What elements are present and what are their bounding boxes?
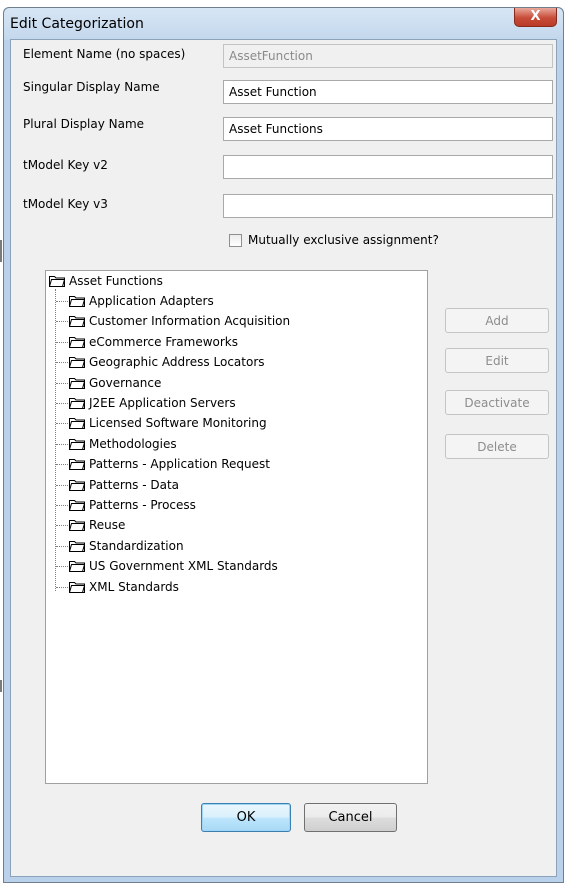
folder-icon — [69, 459, 85, 471]
deactivate-button-label: Deactivate — [464, 395, 530, 410]
tree-node[interactable]: Governance — [69, 373, 161, 393]
folder-icon — [69, 336, 85, 348]
add-button-label: Add — [485, 313, 509, 328]
singular-display-name-label: Singular Display Name — [23, 80, 160, 94]
tree-node[interactable]: J2EE Application Servers — [69, 393, 236, 413]
dialog-client-area: Element Name (no spaces) Singular Displa… — [10, 39, 557, 877]
tree-node-label: Standardization — [89, 538, 184, 553]
element-name-field — [223, 44, 553, 68]
tree-node-label: Patterns - Data — [89, 477, 180, 492]
deactivate-button[interactable]: Deactivate — [445, 390, 549, 415]
tree-node-label: Governance — [89, 375, 162, 390]
background-edge-mark — [0, 240, 2, 262]
tree-root-node[interactable]: Asset Functions — [49, 271, 163, 291]
tree-node[interactable]: Reuse — [69, 515, 125, 535]
dialog-title: Edit Categorization — [10, 16, 144, 32]
tree-node[interactable]: US Government XML Standards — [69, 556, 278, 576]
tree-node-label: Licensed Software Monitoring — [89, 416, 267, 431]
folder-icon — [69, 479, 85, 491]
folder-icon — [69, 500, 85, 511]
folder-icon — [69, 418, 85, 430]
add-button[interactable]: Add — [445, 308, 549, 333]
ok-button[interactable]: OK — [201, 803, 291, 832]
tree-node-label: XML Standards — [89, 579, 179, 594]
tree-node[interactable]: Customer Information Acquisition — [69, 311, 290, 331]
folder-icon — [69, 438, 85, 450]
tree-node-label: Application Adapters — [89, 294, 214, 308]
tmodel-key-v3-label: tModel Key v3 — [23, 197, 108, 211]
tree-node-label: US Government XML Standards — [89, 559, 278, 574]
tree-node-label: Patterns - Application Request — [89, 457, 270, 472]
tree-node[interactable]: eCommerce Frameworks — [69, 332, 238, 352]
cancel-button-label: Cancel — [328, 810, 373, 825]
folder-icon — [69, 561, 85, 573]
ok-button-label: OK — [236, 810, 256, 825]
tree-node-label: Asset Functions — [69, 274, 163, 288]
checkbox-icon[interactable] — [229, 233, 242, 247]
plural-display-name-label: Plural Display Name — [23, 117, 145, 131]
dialog-window: Edit Categorization X Element Name (no s… — [3, 7, 564, 883]
title-bar[interactable]: Edit Categorization X — [4, 8, 563, 40]
tree-node-label: eCommerce Frameworks — [89, 334, 239, 349]
cancel-button[interactable]: Cancel — [304, 803, 397, 832]
tree-node[interactable]: Standardization — [69, 536, 184, 556]
tree-node[interactable]: Patterns - Data — [69, 475, 179, 495]
folder-icon — [69, 357, 85, 369]
mutually-exclusive-row[interactable]: Mutually exclusive assignment? — [229, 233, 439, 247]
folder-icon — [69, 316, 85, 328]
tree-node-label: Customer Information Acquisition — [89, 314, 291, 329]
tmodel-key-v2-label: tModel Key v2 — [23, 158, 108, 172]
delete-button-label: Delete — [477, 439, 517, 454]
background-edge-mark — [0, 680, 2, 692]
folder-icon — [69, 296, 85, 307]
category-tree[interactable]: Asset Functions Application Adapters Cust… — [45, 270, 428, 784]
tree-node[interactable]: Patterns - Process — [69, 495, 196, 515]
folder-icon — [69, 520, 85, 532]
folder-icon — [69, 377, 85, 389]
close-button[interactable]: X — [514, 8, 557, 27]
tree-node[interactable]: Licensed Software Monitoring — [69, 413, 267, 433]
close-icon: X — [530, 9, 541, 24]
tmodel-key-v2-field[interactable] — [223, 155, 553, 179]
tmodel-key-v3-field[interactable] — [223, 194, 553, 218]
folder-icon — [69, 581, 85, 593]
element-name-label: Element Name (no spaces) — [23, 47, 186, 61]
singular-display-name-field[interactable] — [223, 80, 553, 104]
tree-node-label: Geographic Address Locators — [89, 355, 265, 370]
folder-icon — [69, 398, 85, 409]
tree-node-label: Reuse — [89, 518, 126, 533]
edit-button[interactable]: Edit — [445, 348, 549, 373]
tree-node[interactable]: Application Adapters — [69, 291, 214, 311]
delete-button[interactable]: Delete — [445, 434, 549, 459]
tree-node-label: Patterns - Process — [89, 498, 196, 512]
plural-display-name-field[interactable] — [223, 117, 553, 141]
edit-button-label: Edit — [485, 353, 509, 368]
tree-node-label: J2EE Application Servers — [89, 396, 236, 410]
folder-icon — [49, 276, 65, 287]
mutually-exclusive-label[interactable]: Mutually exclusive assignment? — [248, 233, 439, 247]
tree-node[interactable]: Geographic Address Locators — [69, 352, 265, 372]
folder-icon — [69, 540, 85, 552]
tree-node-label: Methodologies — [89, 436, 177, 451]
tree-node[interactable]: Patterns - Application Request — [69, 454, 270, 474]
tree-node[interactable]: XML Standards — [69, 577, 179, 597]
tree-node[interactable]: Methodologies — [69, 434, 177, 454]
